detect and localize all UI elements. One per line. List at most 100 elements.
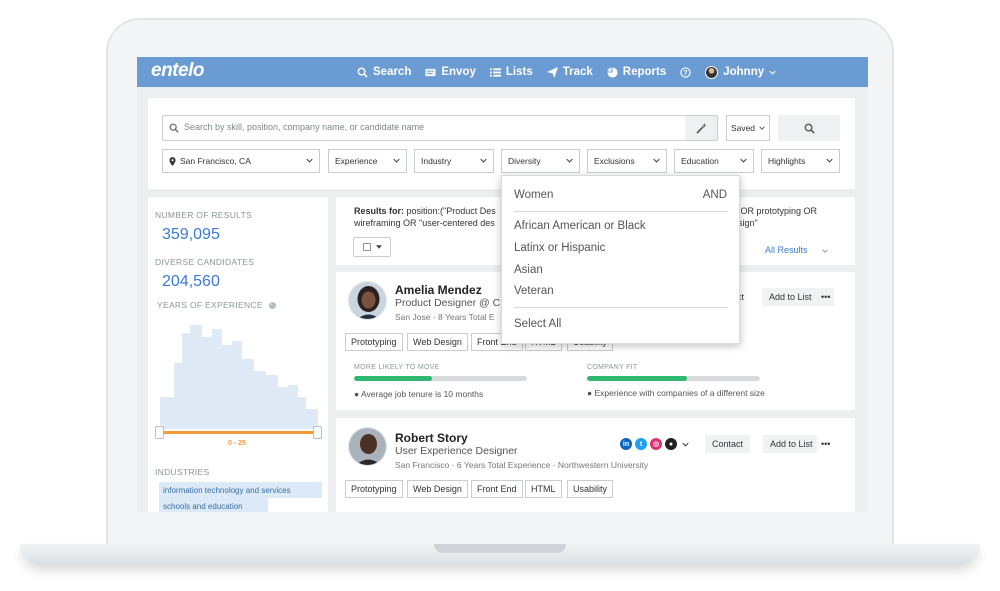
chevron-down-icon — [740, 158, 747, 163]
chevron-down-icon — [306, 158, 313, 163]
likely-to-move-note: ● Average job tenure is 10 months — [354, 389, 484, 399]
industries-label: INDUSTRIES — [155, 467, 210, 477]
range-handle-max[interactable] — [313, 426, 322, 439]
results-for-label: Results for: — [354, 206, 405, 216]
linkedin-icon[interactable]: in — [620, 438, 632, 450]
saved-searches-dropdown[interactable]: Saved — [726, 115, 770, 141]
diversity-option[interactable]: African American or Black — [514, 220, 646, 232]
location-filter-label: San Francisco, CA — [180, 156, 251, 166]
instagram-icon[interactable]: ◎ — [650, 438, 662, 450]
nav-track-label: Track — [562, 66, 593, 78]
search-input[interactable]: Search by skill, position, company name,… — [162, 115, 718, 141]
diversity-option-women[interactable]: Women — [514, 189, 553, 201]
nav-help[interactable]: ? — [680, 66, 691, 78]
all-results-dropdown[interactable]: All Results — [765, 245, 828, 255]
contact-button[interactable]: Contact — [705, 435, 751, 453]
more-options-button[interactable]: ••• — [817, 435, 835, 453]
diversity-operator-toggle[interactable]: AND — [703, 189, 727, 201]
industry-item[interactable]: schools and education — [159, 498, 268, 512]
chevron-down-icon — [826, 158, 833, 163]
add-to-list-button[interactable]: Add to List — [763, 435, 820, 453]
education-filter-label: Education — [681, 156, 719, 166]
location-filter[interactable]: San Francisco, CA — [162, 149, 320, 173]
nav-search[interactable]: Search — [357, 66, 411, 78]
candidate-meta: San Jose · 8 Years Total E — [395, 312, 495, 322]
caret-down-icon — [375, 245, 382, 249]
industry-filter[interactable]: Industry — [414, 149, 494, 173]
candidate-title: User Experience Designer — [395, 445, 518, 457]
search-placeholder: Search by skill, position, company name,… — [184, 122, 425, 132]
results-query-right2: design" — [728, 218, 758, 228]
candidate-name[interactable]: Amelia Mendez — [395, 283, 482, 297]
diversity-option[interactable]: Asian — [514, 264, 543, 276]
diversity-option[interactable]: Veteran — [514, 285, 554, 297]
chevron-down-icon — [393, 158, 400, 163]
experience-label-text: YEARS OF EXPERIENCE — [157, 300, 263, 310]
candidate-photo-image — [349, 428, 386, 465]
skill-tag[interactable]: Usability — [567, 480, 614, 498]
company-fit-bar — [587, 376, 760, 381]
skill-tag[interactable]: Prototyping — [345, 480, 403, 498]
experience-range-track — [160, 431, 318, 434]
candidate-experience: 8 Years Total E — [438, 312, 495, 322]
results-count-label: NUMBER OF RESULTS — [155, 210, 253, 220]
github-icon[interactable]: ● — [665, 438, 677, 450]
nav-lists-label: Lists — [505, 66, 533, 78]
experience-label: YEARS OF EXPERIENCE i — [157, 300, 276, 310]
app-screen: entelo Search Envoy Lists Track Reports — [137, 57, 868, 512]
entelo-logo[interactable]: entelo — [151, 60, 204, 82]
exclusions-filter[interactable]: Exclusions — [587, 149, 667, 173]
skill-tag[interactable]: Prototyping — [345, 333, 403, 351]
search-icon — [804, 123, 815, 134]
diversity-dropdown-menu: Women AND African American or Black Lati… — [501, 175, 740, 344]
highlights-filter[interactable]: Highlights — [761, 149, 840, 173]
nav-reports[interactable]: Reports — [607, 66, 666, 78]
likely-to-move-bar — [354, 376, 527, 381]
select-checkbox[interactable] — [362, 243, 371, 251]
candidate-experience: 6 Years Total Experience — [456, 460, 551, 470]
candidate-photo[interactable] — [348, 281, 387, 320]
chevron-down-icon — [653, 158, 660, 163]
twitter-icon[interactable]: t — [635, 438, 647, 450]
education-filter[interactable]: Education — [674, 149, 754, 173]
candidate-location: San Jose — [395, 312, 431, 322]
industry-item[interactable]: information technology and services — [159, 482, 322, 498]
paper-plane-icon — [546, 66, 558, 78]
nav-track[interactable]: Track — [546, 66, 593, 78]
candidate-photo-image — [349, 282, 386, 319]
nav-user-menu[interactable]: Johnny — [705, 65, 776, 79]
more-options-button[interactable]: ••• — [817, 288, 835, 306]
nav-envoy[interactable]: Envoy — [425, 66, 476, 78]
info-icon[interactable]: i — [268, 302, 276, 310]
skill-tag[interactable]: Front End — [471, 480, 523, 498]
candidate-photo[interactable] — [348, 427, 387, 466]
candidate-location: San Francisco — [395, 460, 450, 470]
results-query-line1: position:("Product Des — [406, 206, 496, 216]
top-nav-bar: entelo Search Envoy Lists Track Reports — [137, 57, 868, 87]
select-all-option[interactable]: Select All — [514, 318, 561, 330]
magic-wand-icon — [695, 122, 707, 134]
range-handle-min[interactable] — [155, 426, 164, 439]
chevron-down-icon[interactable] — [682, 442, 689, 447]
saved-label: Saved — [730, 123, 756, 133]
magic-wand-button[interactable] — [685, 116, 717, 140]
more-horizontal-icon: ••• — [821, 439, 831, 449]
diversity-option[interactable]: Latinx or Hispanic — [514, 242, 605, 254]
histogram-area — [160, 325, 318, 429]
search-icon — [357, 67, 368, 78]
add-to-list-button[interactable]: Add to List — [762, 288, 819, 306]
skill-tag[interactable]: HTML — [525, 480, 562, 498]
candidate-name[interactable]: Robert Story — [395, 431, 468, 445]
skill-tag[interactable]: Web Design — [407, 333, 468, 351]
diversity-filter[interactable]: Diversity — [501, 149, 580, 173]
nav-lists[interactable]: Lists — [489, 66, 533, 78]
laptop-notch — [434, 544, 566, 553]
nav-reports-label: Reports — [622, 66, 667, 78]
experience-filter[interactable]: Experience — [328, 149, 407, 173]
company-fit-label: COMPANY FIT — [587, 364, 638, 371]
nav-search-label: Search — [373, 66, 412, 78]
candidate-card[interactable]: Robert Story User Experience Designer Sa… — [336, 418, 855, 512]
search-button[interactable] — [778, 115, 840, 141]
select-all-checkbox-dropdown[interactable] — [353, 237, 391, 257]
skill-tag[interactable]: Web Design — [407, 480, 468, 498]
